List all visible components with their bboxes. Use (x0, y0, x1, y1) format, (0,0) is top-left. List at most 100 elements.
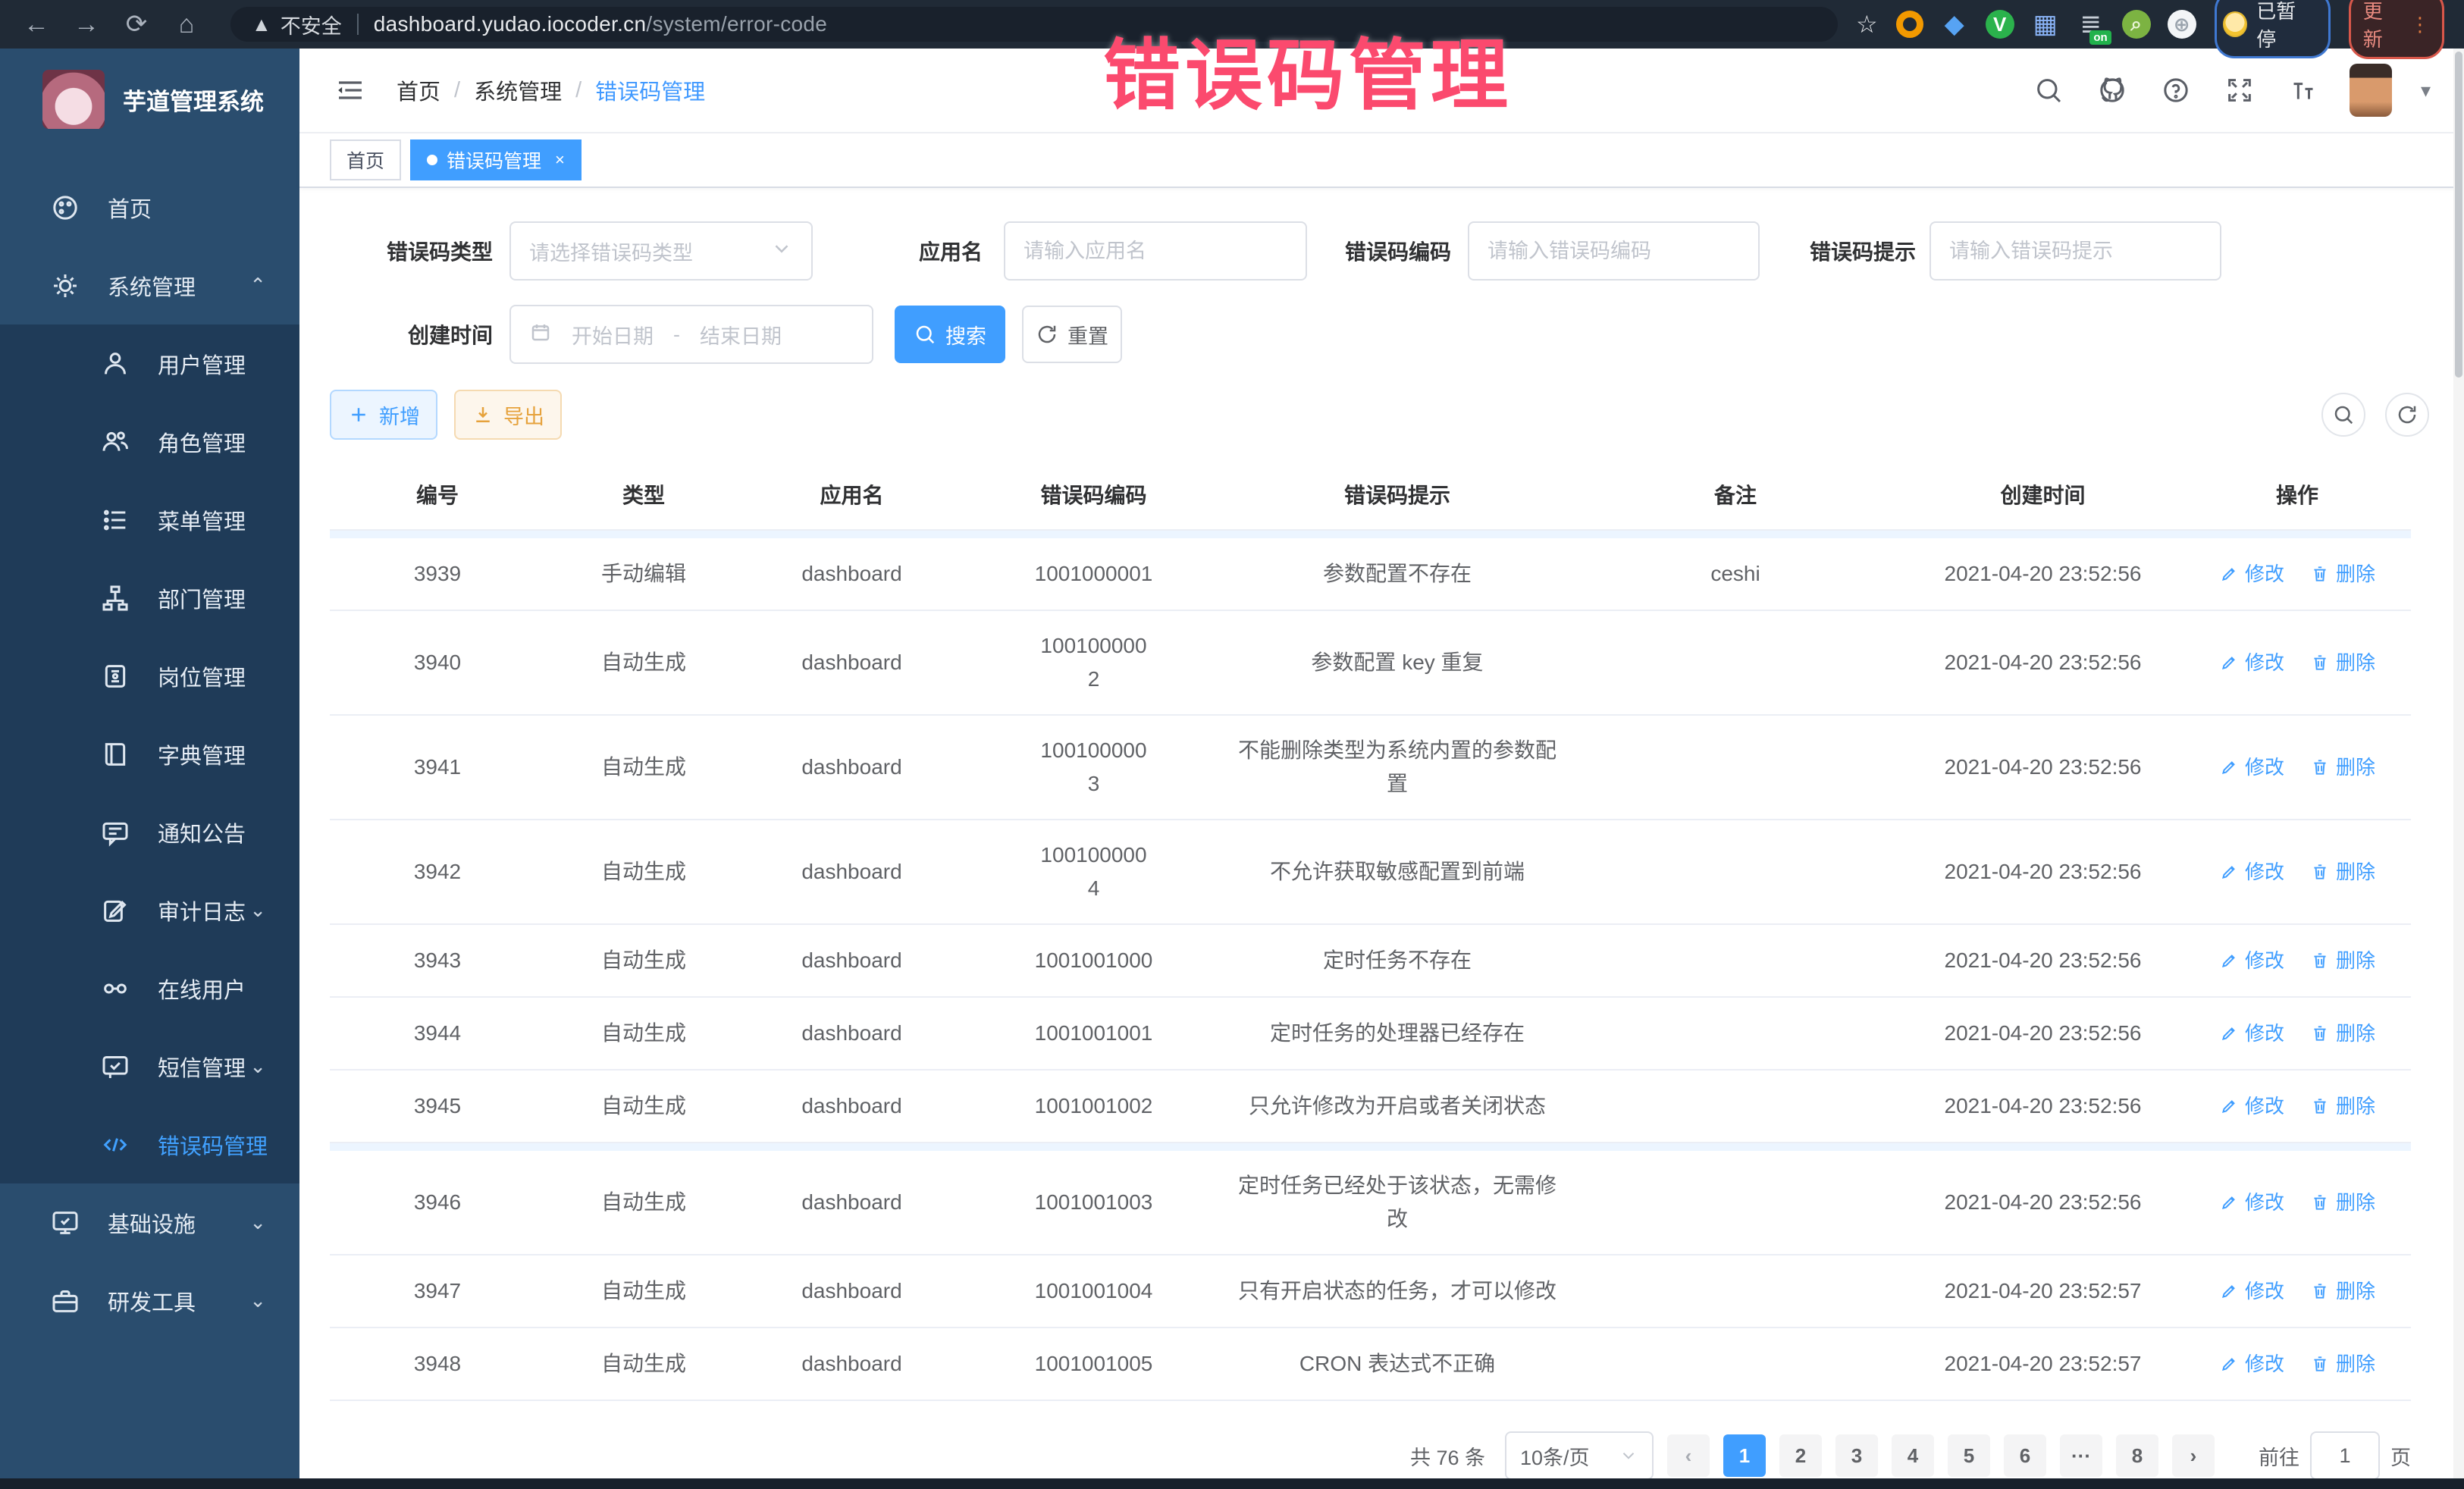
breadcrumb-item[interactable]: 首页 (397, 74, 440, 106)
sidebar-item-0-首页[interactable]: 首页 (0, 168, 299, 246)
sidebar-item-11-短信管理[interactable]: 短信管理⌄ (0, 1027, 299, 1105)
app-logo-row[interactable]: 芋道管理系统 (0, 49, 299, 149)
reset-button[interactable]: 重置 (1022, 306, 1122, 363)
search-button[interactable]: 搜索 (895, 306, 1005, 363)
edit-link[interactable]: 修改 (2219, 1274, 2284, 1308)
breadcrumb-item[interactable]: 系统管理 (474, 74, 562, 106)
extension-green-search-icon[interactable]: ⌕ (2122, 10, 2151, 39)
extension-puzzle-icon[interactable]: ⊕ (2168, 10, 2196, 39)
app-name-input[interactable] (1004, 221, 1307, 281)
extension-green-check-icon[interactable]: V (1986, 10, 2014, 39)
date-range-picker[interactable]: 开始日期 - 结束日期 (509, 305, 873, 364)
cell-error-message: 定时任务的处理器已经存在 (1226, 998, 1569, 1068)
create-time-label: 创建时间 (330, 319, 493, 350)
tab-首页[interactable]: 首页 (330, 139, 401, 180)
sidebar-item-5-部门管理[interactable]: 部门管理 (0, 559, 299, 637)
sidebar-item-6-岗位管理[interactable]: 岗位管理 (0, 637, 299, 715)
edit-link[interactable]: 修改 (2219, 1186, 2284, 1219)
edit-link[interactable]: 修改 (2219, 751, 2284, 784)
prev-page-button[interactable]: ‹ (1667, 1434, 1710, 1477)
toggle-search-button[interactable] (2321, 393, 2365, 437)
delete-link[interactable]: 删除 (2310, 855, 2375, 889)
help-button[interactable] (2158, 73, 2193, 108)
sidebar-item-9-审计日志[interactable]: 审计日志⌄ (0, 871, 299, 949)
start-date-input[interactable]: 开始日期 (572, 320, 654, 350)
page-button-2[interactable]: 2 (1779, 1434, 1822, 1477)
sidebar-item-10-在线用户[interactable]: 在线用户 (0, 949, 299, 1027)
close-icon[interactable]: × (555, 150, 565, 170)
page-button-3[interactable]: 3 (1835, 1434, 1878, 1477)
column-header-类型: 类型 (545, 462, 742, 529)
search-button[interactable] (2031, 73, 2066, 108)
browser-update-button[interactable]: 更新 ⋮ (2349, 0, 2444, 59)
delete-link[interactable]: 删除 (2310, 1186, 2375, 1219)
next-page-button[interactable]: › (2172, 1434, 2215, 1477)
browser-reload-icon[interactable]: ⟳ (120, 8, 153, 41)
error-message-input[interactable] (1930, 221, 2221, 281)
edit-link-label: 修改 (2245, 1017, 2284, 1050)
profile-paused-chip[interactable]: 已暂停 (2215, 0, 2331, 58)
goto-page-input[interactable]: 1 (2310, 1431, 2380, 1480)
tab-错误码管理[interactable]: 错误码管理× (410, 139, 582, 180)
export-button[interactable]: 导出 (454, 390, 562, 440)
edit-link[interactable]: 修改 (2219, 646, 2284, 679)
sidebar-item-14-研发工具[interactable]: 研发工具⌄ (0, 1262, 299, 1340)
delete-link[interactable]: 删除 (2310, 1017, 2375, 1050)
delete-link[interactable]: 删除 (2310, 1347, 2375, 1381)
cell-actions: 修改删除 (2183, 1329, 2411, 1399)
sidebar-item-4-菜单管理[interactable]: 菜单管理 (0, 481, 299, 559)
error-type-select[interactable]: 请选择错误码类型 (509, 221, 813, 281)
extension-list-on-icon[interactable]: ≣on (2077, 10, 2105, 39)
cell-error-message: 参数配置不存在 (1226, 539, 1569, 609)
extension-orange-ring-icon[interactable] (1896, 11, 1923, 38)
browser-menu-dots-icon[interactable]: ⋮ (2410, 17, 2430, 32)
page-button-4[interactable]: 4 (1892, 1434, 1934, 1477)
edit-link[interactable]: 修改 (2219, 855, 2284, 889)
users-icon (100, 427, 130, 457)
bookmark-star-icon[interactable]: ☆ (1856, 10, 1878, 39)
sidebar-item-13-基础设施[interactable]: 基础设施⌄ (0, 1183, 299, 1262)
end-date-input[interactable]: 结束日期 (700, 320, 782, 350)
extension-grid-icon[interactable]: ▦ (2031, 10, 2060, 39)
delete-link[interactable]: 删除 (2310, 1089, 2375, 1123)
chevron-down-icon[interactable]: ▾ (2421, 79, 2431, 102)
edit-link[interactable]: 修改 (2219, 1089, 2284, 1123)
add-button[interactable]: 新增 (330, 390, 437, 440)
hamburger-icon[interactable] (333, 73, 368, 108)
sidebar-item-12-错误码管理[interactable]: 错误码管理 (0, 1105, 299, 1183)
edit-link[interactable]: 修改 (2219, 1017, 2284, 1050)
page-button-6[interactable]: 6 (2004, 1434, 2046, 1477)
font-size-button[interactable] (2286, 73, 2321, 108)
page-scrollbar[interactable] (2453, 49, 2464, 1480)
delete-link[interactable]: 删除 (2310, 1274, 2375, 1308)
edit-link[interactable]: 修改 (2219, 557, 2284, 591)
page-button-8[interactable]: 8 (2116, 1434, 2158, 1477)
error-code-input[interactable] (1468, 221, 1760, 281)
refresh-table-button[interactable] (2385, 393, 2429, 437)
sidebar-item-1-系统管理[interactable]: 系统管理⌃ (0, 246, 299, 324)
page-size-select[interactable]: 10条/页 (1505, 1431, 1654, 1480)
browser-home-icon[interactable]: ⌂ (170, 8, 203, 41)
github-button[interactable] (2095, 73, 2130, 108)
sidebar-item-3-角色管理[interactable]: 角色管理 (0, 403, 299, 481)
sidebar-item-7-字典管理[interactable]: 字典管理 (0, 715, 299, 793)
delete-link[interactable]: 删除 (2310, 557, 2375, 591)
edit-link[interactable]: 修改 (2219, 944, 2284, 977)
page-button-5[interactable]: 5 (1948, 1434, 1990, 1477)
breadcrumb-separator: / (454, 78, 460, 103)
delete-link[interactable]: 删除 (2310, 751, 2375, 784)
page-button-1[interactable]: 1 (1723, 1434, 1766, 1477)
address-bar[interactable]: ▲ 不安全 dashboard.yudao.iocoder.cn/system/… (230, 7, 1838, 42)
extension-blue-gem-icon[interactable]: ◆ (1940, 10, 1969, 39)
user-avatar[interactable] (2350, 64, 2392, 117)
delete-link[interactable]: 删除 (2310, 944, 2375, 977)
edit-link[interactable]: 修改 (2219, 1347, 2284, 1381)
delete-link[interactable]: 删除 (2310, 646, 2375, 679)
sidebar-item-2-用户管理[interactable]: 用户管理 (0, 324, 299, 403)
page-ellipsis[interactable]: ··· (2060, 1434, 2102, 1477)
scrollbar-thumb[interactable] (2455, 52, 2462, 378)
browser-back-icon[interactable]: ← (20, 8, 53, 41)
fullscreen-button[interactable] (2222, 73, 2257, 108)
browser-forward-icon[interactable]: → (70, 8, 103, 41)
sidebar-item-8-通知公告[interactable]: 通知公告 (0, 793, 299, 871)
